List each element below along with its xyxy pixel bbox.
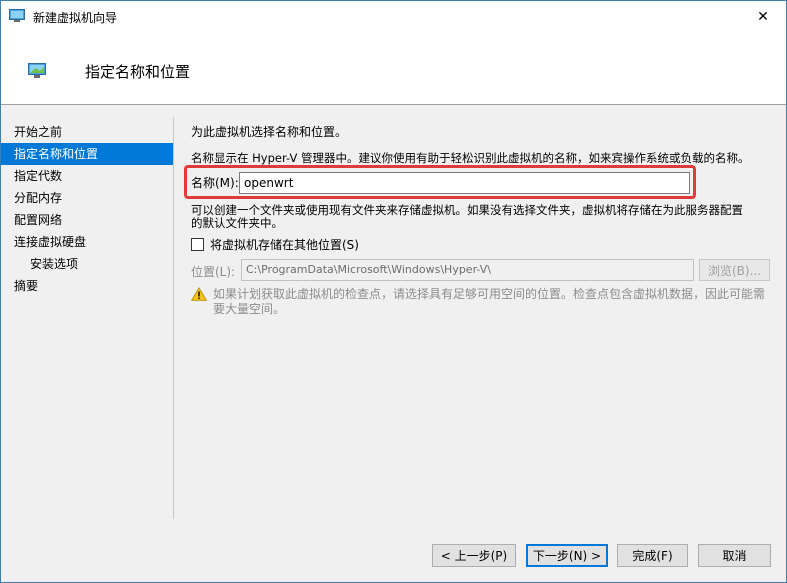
close-button[interactable]: ✕ <box>740 1 786 32</box>
browse-button[interactable]: 浏览(B)... <box>699 259 770 281</box>
wizard-header: 指定名称和位置 <box>1 32 786 105</box>
nav-item-generation[interactable]: 指定代数 <box>1 165 173 187</box>
previous-button[interactable]: < 上一步(P) <box>432 544 516 567</box>
nav-item-virtual-disk[interactable]: 连接虚拟硬盘 <box>1 231 173 253</box>
name-label: 名称(M): <box>191 176 239 190</box>
warning-text: 如果计划获取此虚拟机的检查点，请选择具有足够可用空间的位置。检查点包含虚拟机数据… <box>213 287 766 316</box>
warning-icon <box>190 287 208 301</box>
store-elsewhere-checkbox[interactable] <box>191 238 204 251</box>
nav-item-install-options[interactable]: 安装选项 <box>1 253 173 275</box>
page-title: 指定名称和位置 <box>85 63 191 81</box>
next-button[interactable]: 下一步(N) > <box>526 544 608 567</box>
wizard-steps-nav: 开始之前 指定名称和位置 指定代数 分配内存 配置网络 连接虚拟硬盘 安装选项 … <box>1 121 173 297</box>
nav-item-summary[interactable]: 摘要 <box>1 275 173 297</box>
virtual-machine-icon <box>28 63 46 79</box>
monitor-icon <box>9 9 25 23</box>
nav-divider <box>173 117 174 519</box>
window-title: 新建虚拟机向导 <box>33 11 118 25</box>
name-hint-text: 名称显示在 Hyper-V 管理器中。建议你使用有助于轻松识别此虚拟机的名称，如… <box>191 151 750 165</box>
intro-text: 为此虚拟机选择名称和位置。 <box>191 125 348 139</box>
nav-item-before-you-begin[interactable]: 开始之前 <box>1 121 173 143</box>
title-bar: 新建虚拟机向导 ✕ <box>1 1 786 32</box>
finish-button[interactable]: 完成(F) <box>617 544 688 567</box>
store-elsewhere-label: 将虚拟机存储在其他位置(S) <box>210 238 359 252</box>
folder-hint-line2: 的默认文件夹中。 <box>191 216 283 230</box>
name-input[interactable] <box>239 172 690 194</box>
location-label: 位置(L): <box>191 265 236 279</box>
nav-item-name-and-location[interactable]: 指定名称和位置 <box>1 143 173 165</box>
nav-item-memory[interactable]: 分配内存 <box>1 187 173 209</box>
cancel-button[interactable]: 取消 <box>698 544 771 567</box>
wizard-window: 新建虚拟机向导 ✕ 指定名称和位置 开始之前 指定名称和位置 指定代数 分配内存… <box>0 0 787 583</box>
close-icon: ✕ <box>757 8 769 25</box>
store-elsewhere-option[interactable]: 将虚拟机存储在其他位置(S) <box>191 236 359 253</box>
location-input[interactable]: C:\ProgramData\Microsoft\Windows\Hyper-V… <box>241 259 694 281</box>
nav-item-network[interactable]: 配置网络 <box>1 209 173 231</box>
